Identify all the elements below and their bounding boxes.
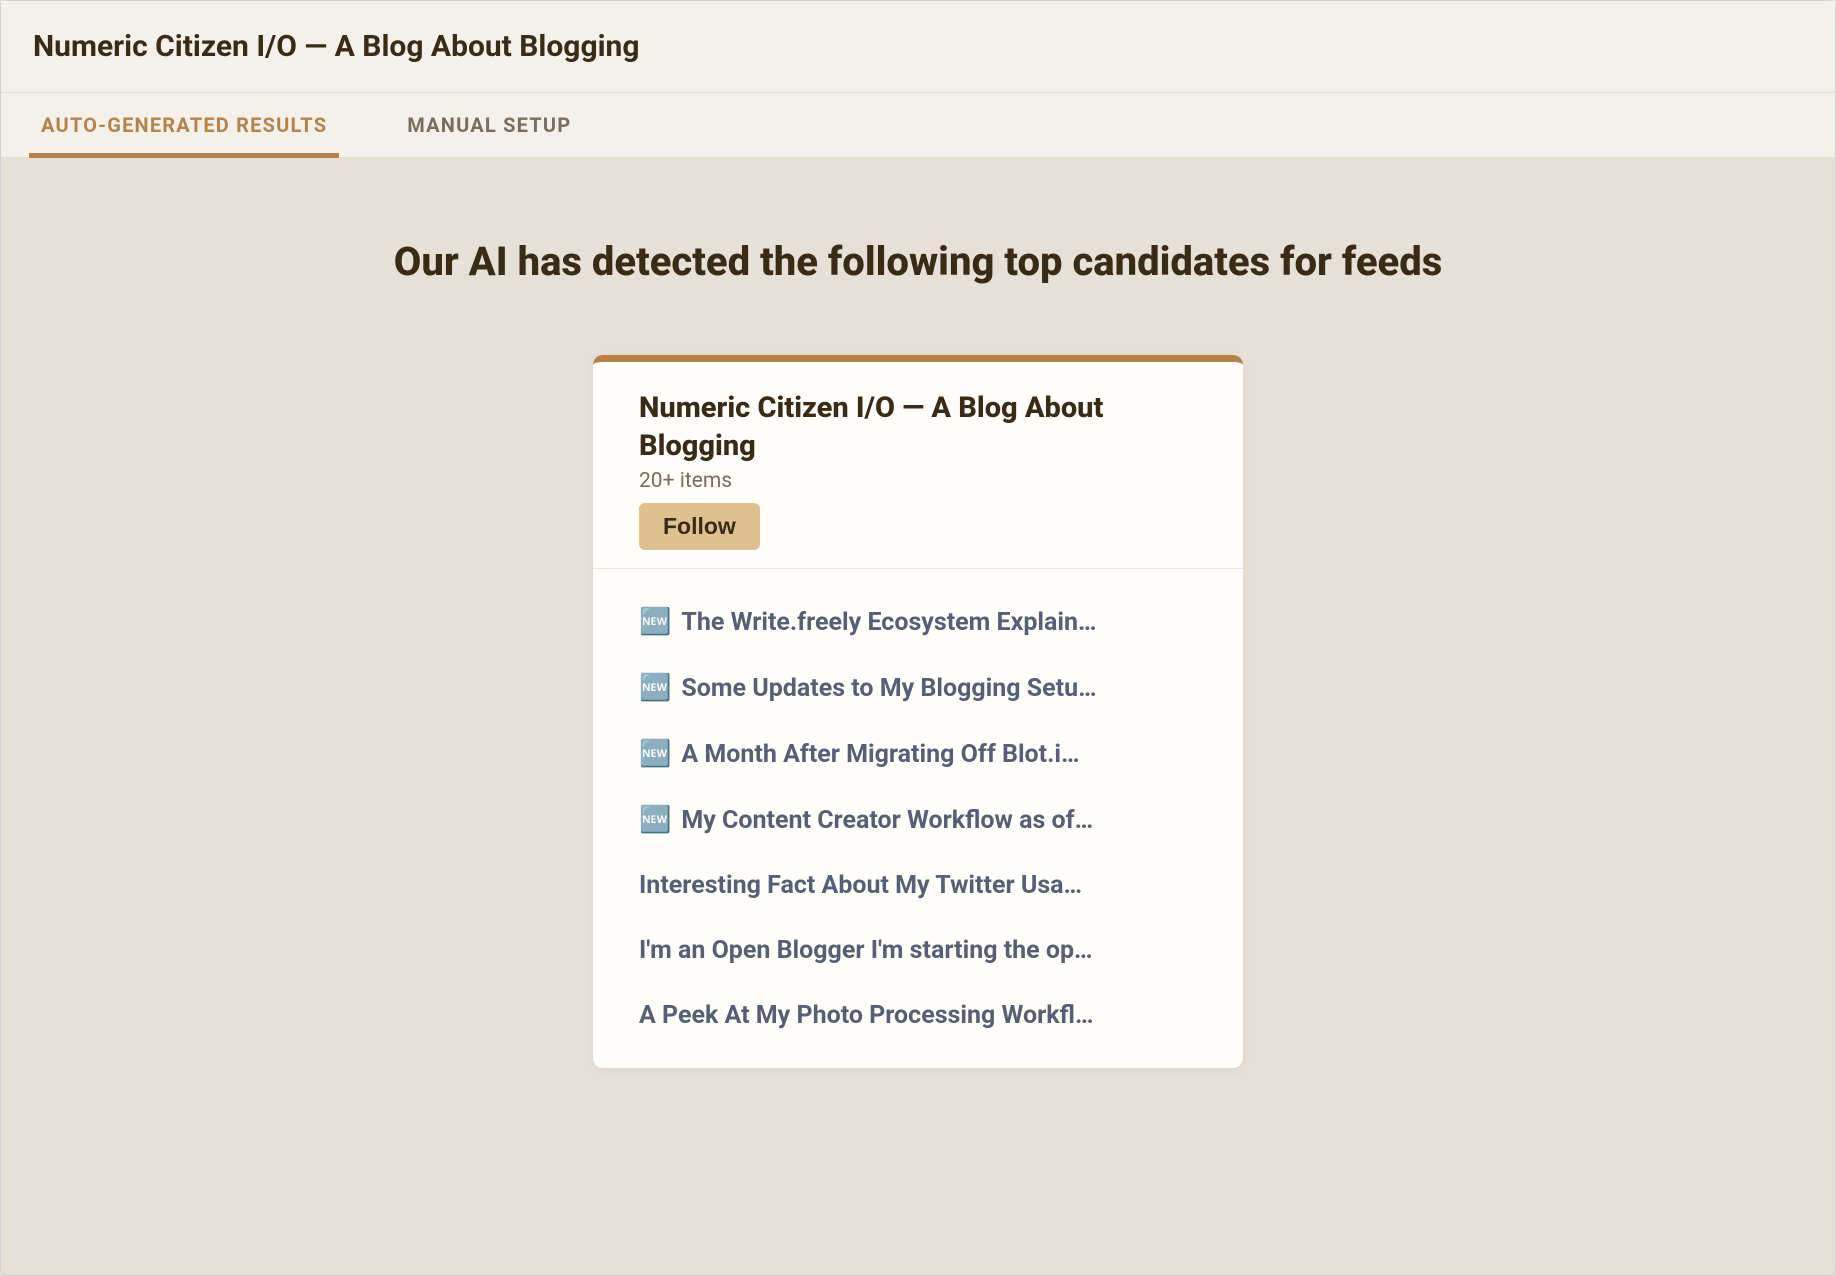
new-icon: 🆕	[639, 739, 671, 769]
headline: Our AI has detected the following top ca…	[41, 238, 1795, 285]
tab-auto-generated[interactable]: AUTO-GENERATED RESULTS	[1, 93, 367, 157]
new-icon: 🆕	[639, 607, 671, 637]
item-text: A Month After Migrating Off Blot.i…	[681, 740, 1197, 769]
list-item[interactable]: A Peek At My Photo Processing Workfl…	[593, 983, 1243, 1048]
header: Numeric Citizen I/O — A Blog About Blogg…	[1, 1, 1835, 93]
list-item[interactable]: 🆕 Some Updates to My Blogging Setu…	[593, 655, 1243, 721]
item-text: The Write.freely Ecosystem Explain…	[681, 608, 1197, 637]
tabs: AUTO-GENERATED RESULTS MANUAL SETUP	[1, 93, 1835, 158]
item-text: Some Updates to My Blogging Setu…	[681, 674, 1197, 703]
item-text: My Content Creator Workflow as of…	[681, 806, 1197, 835]
card-subtitle: 20+ items	[639, 469, 1197, 493]
list-item[interactable]: 🆕 My Content Creator Workflow as of…	[593, 787, 1243, 853]
feed-card: Numeric Citizen I/O — A Blog About Blogg…	[593, 355, 1243, 1068]
content: Our AI has detected the following top ca…	[1, 158, 1835, 1148]
card-header: Numeric Citizen I/O — A Blog About Blogg…	[593, 362, 1243, 569]
item-text: Interesting Fact About My Twitter Usa…	[639, 871, 1197, 900]
tab-manual-setup[interactable]: MANUAL SETUP	[367, 93, 611, 157]
card-title: Numeric Citizen I/O — A Blog About Blogg…	[639, 390, 1197, 465]
card-list: 🆕 The Write.freely Ecosystem Explain… 🆕 …	[593, 569, 1243, 1068]
list-item[interactable]: Interesting Fact About My Twitter Usa…	[593, 853, 1243, 918]
follow-button[interactable]: Follow	[639, 503, 760, 550]
new-icon: 🆕	[639, 673, 671, 703]
item-text: A Peek At My Photo Processing Workfl…	[639, 1001, 1197, 1030]
new-icon: 🆕	[639, 805, 671, 835]
page-title: Numeric Citizen I/O — A Blog About Blogg…	[33, 29, 1803, 64]
list-item[interactable]: 🆕 The Write.freely Ecosystem Explain…	[593, 589, 1243, 655]
list-item[interactable]: I'm an Open Blogger I'm starting the op…	[593, 918, 1243, 983]
list-item[interactable]: 🆕 A Month After Migrating Off Blot.i…	[593, 721, 1243, 787]
item-text: I'm an Open Blogger I'm starting the op…	[639, 936, 1197, 965]
